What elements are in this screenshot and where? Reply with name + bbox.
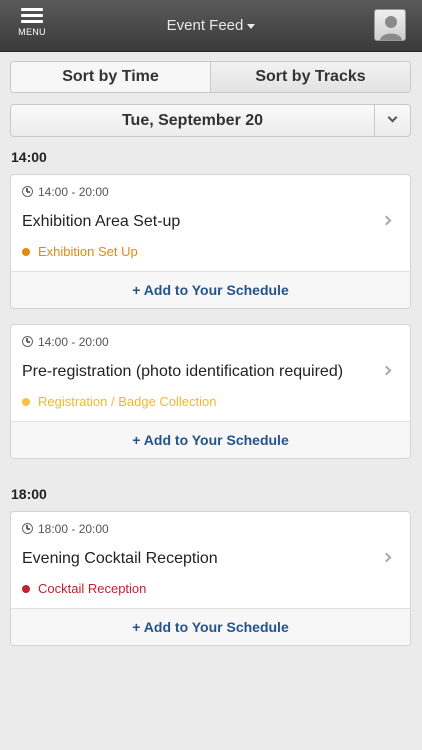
clock-icon [22,186,33,197]
track-color-dot [22,585,30,593]
clock-icon [22,523,33,534]
sort-segmented-control: Sort by Time Sort by Tracks [10,61,411,93]
add-to-schedule-label: Add to Your Schedule [143,432,289,448]
event-track-label: Exhibition Set Up [38,244,138,259]
chevron-right-icon [381,215,392,226]
sort-by-tracks-tab[interactable]: Sort by Tracks [210,62,410,92]
user-silhouette-icon [380,16,402,40]
event-title: Evening Cocktail Reception [22,550,218,567]
plus-icon: + [132,432,144,448]
event-card: 14:00 - 20:00 Pre-registration (photo id… [10,324,411,459]
track-color-dot [22,248,30,256]
chevron-right-icon [381,552,392,563]
event-card-body[interactable]: 14:00 - 20:00 Pre-registration (photo id… [11,325,410,421]
add-to-schedule-label: Add to Your Schedule [143,619,289,635]
event-title: Pre-registration (photo identification r… [22,363,344,380]
chevron-down-icon [387,112,398,123]
top-navigation-bar: MENU Event Feed [0,0,422,52]
add-to-schedule-button[interactable]: + Add to Your Schedule [11,608,410,645]
event-time-text: 18:00 - 20:00 [38,522,109,536]
date-dropdown-button[interactable] [374,105,410,136]
page-title: Event Feed [166,17,244,34]
caret-down-icon [247,23,256,29]
add-to-schedule-button[interactable]: + Add to Your Schedule [11,421,410,458]
sort-by-time-tab[interactable]: Sort by Time [11,62,210,92]
event-feed-dropdown[interactable]: Event Feed [0,17,422,34]
event-track: Cocktail Reception [22,581,146,596]
event-title: Exhibition Area Set-up [22,213,181,230]
date-label: Tue, September 20 [121,112,264,129]
event-time-text: 14:00 - 20:00 [38,185,109,199]
add-to-schedule-button[interactable]: + Add to Your Schedule [11,271,410,308]
profile-button[interactable] [374,9,406,41]
track-color-dot [22,398,30,406]
plus-icon: + [132,282,144,298]
event-time: 14:00 - 20:00 [22,335,109,349]
time-group-header: 14:00 [11,149,47,165]
plus-icon: + [132,619,144,635]
event-card: 18:00 - 20:00 Evening Cocktail Reception… [10,511,411,646]
event-time: 14:00 - 20:00 [22,185,109,199]
event-track-label: Registration / Badge Collection [38,394,217,409]
event-time: 18:00 - 20:00 [22,522,109,536]
clock-icon [22,336,33,347]
event-card-body[interactable]: 14:00 - 20:00 Exhibition Area Set-up Exh… [11,175,410,271]
add-to-schedule-label: Add to Your Schedule [143,282,289,298]
event-card: 14:00 - 20:00 Exhibition Area Set-up Exh… [10,174,411,309]
event-track: Exhibition Set Up [22,244,138,259]
event-track-label: Cocktail Reception [38,581,147,596]
event-card-body[interactable]: 18:00 - 20:00 Evening Cocktail Reception… [11,512,410,608]
event-time-text: 14:00 - 20:00 [38,335,109,349]
event-track: Registration / Badge Collection [22,394,217,409]
chevron-right-icon [381,365,392,376]
time-group-header: 18:00 [11,486,47,502]
date-selector[interactable]: Tue, September 20 [10,104,411,137]
